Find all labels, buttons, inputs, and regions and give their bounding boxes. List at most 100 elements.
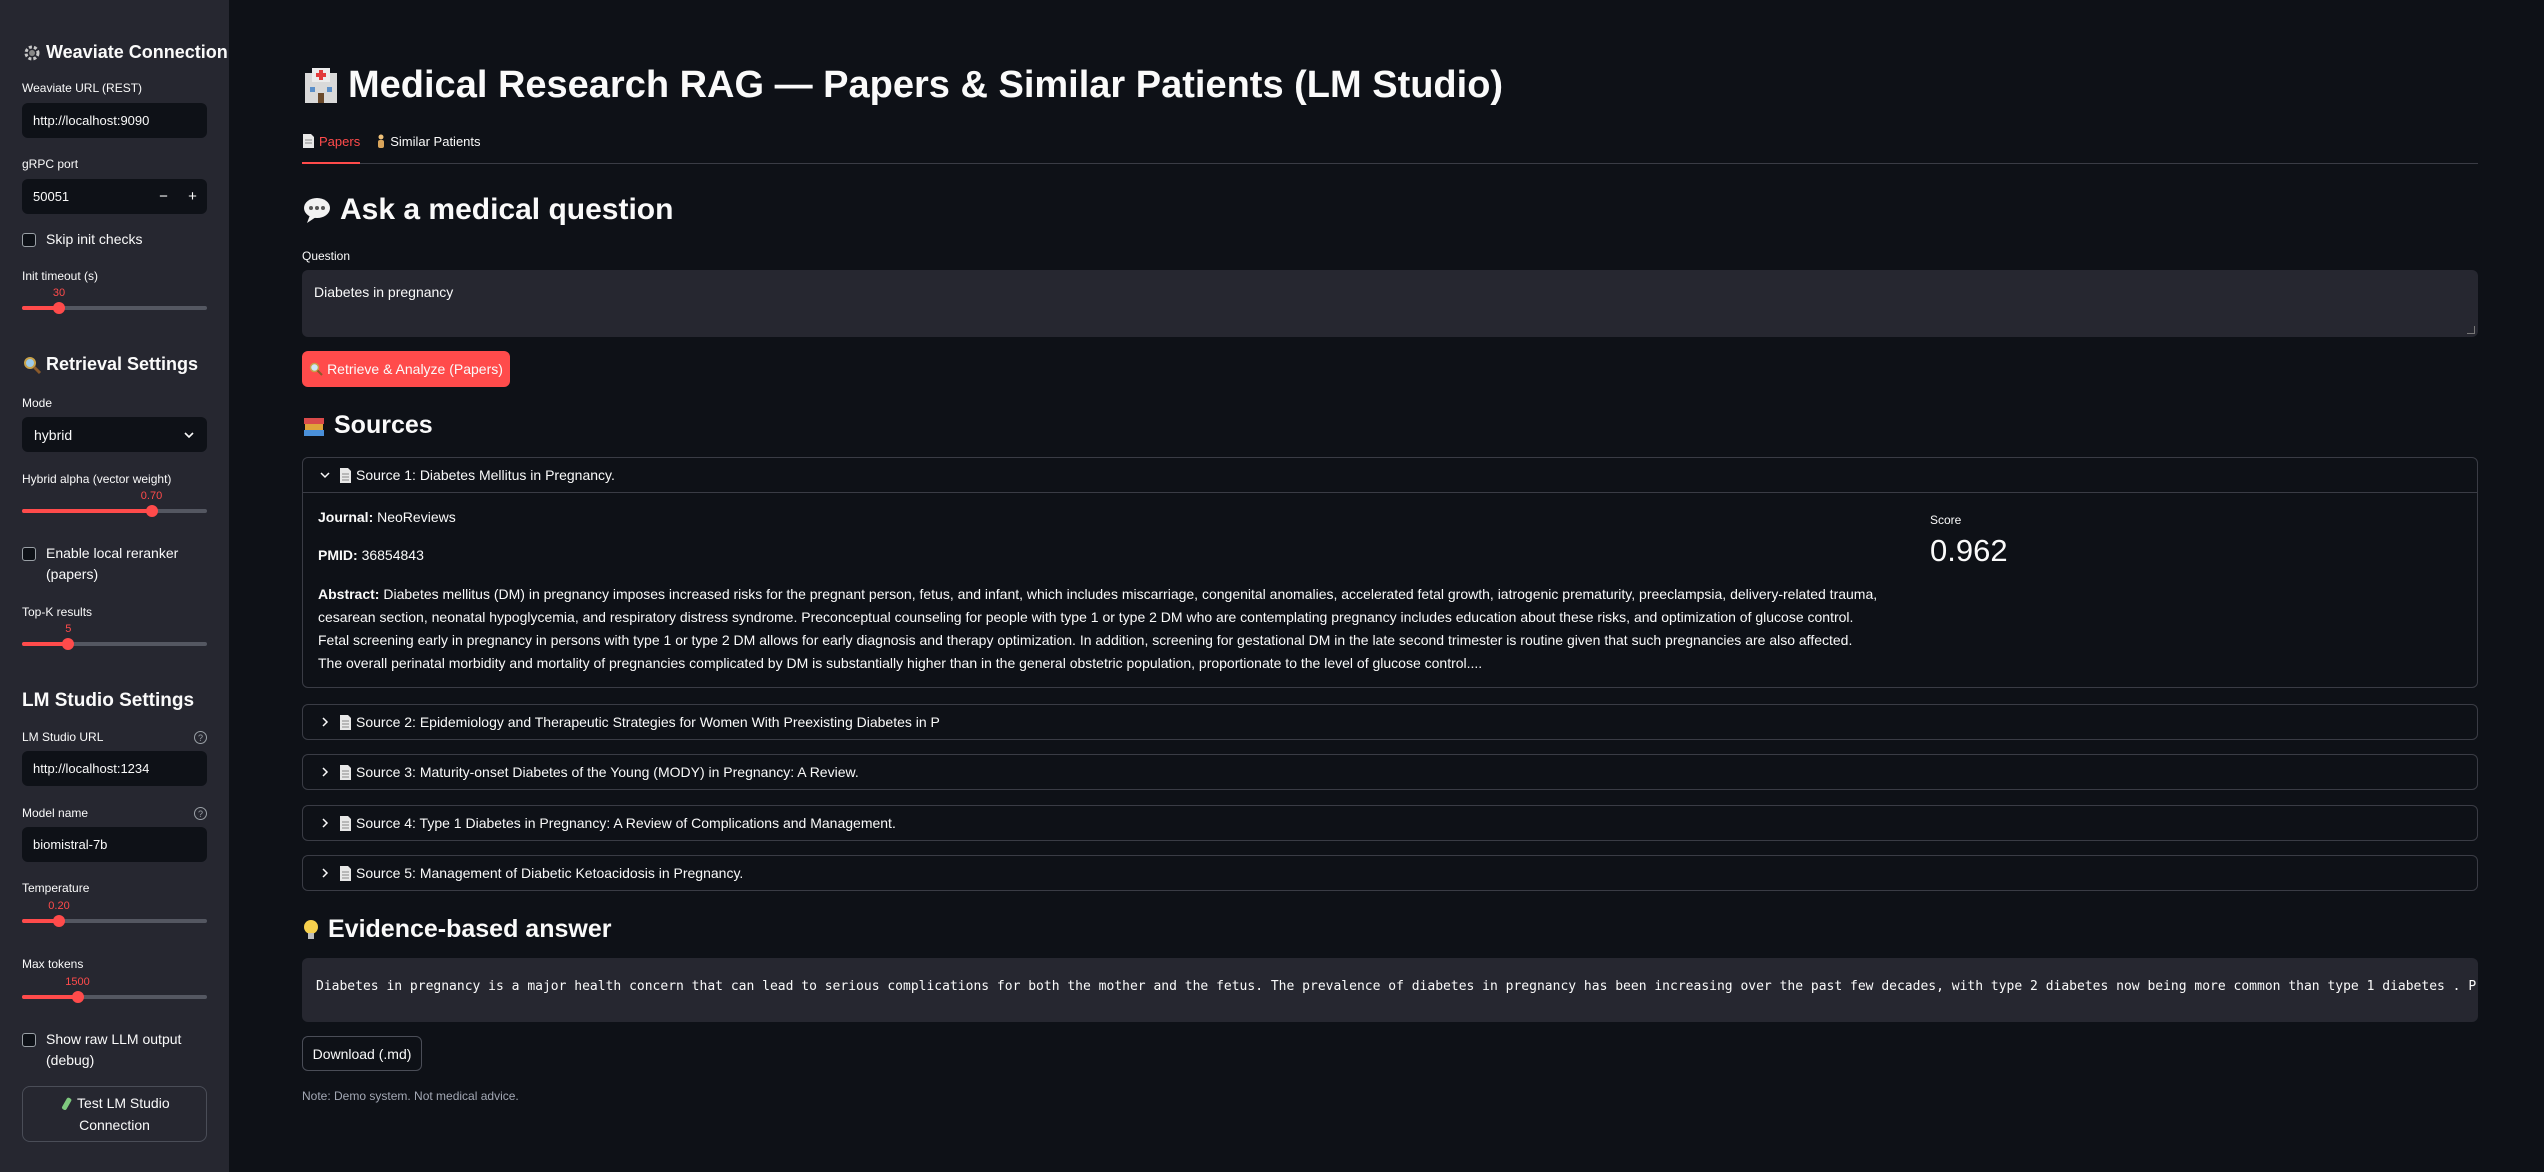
ask-heading: Ask a medical question — [302, 193, 673, 227]
chevron-down-icon — [319, 469, 331, 481]
checkbox-box[interactable] — [22, 233, 36, 247]
topk-value: 5 — [65, 623, 72, 635]
raw-output-checkbox[interactable]: Show raw LLM output (debug) — [22, 1029, 192, 1071]
journal-label: Journal: — [318, 509, 374, 525]
timeout-slider[interactable]: 30 — [22, 287, 207, 314]
slider-fill — [22, 509, 152, 513]
source-expander[interactable]: Source 4: Type 1 Diabetes in Pregnancy: … — [302, 805, 2478, 841]
source-expander-header[interactable]: Source 4: Type 1 Diabetes in Pregnancy: … — [303, 806, 2477, 840]
grpc-port-stepper[interactable]: 50051 − + — [22, 179, 207, 214]
reranker-checkbox[interactable]: Enable local reranker (papers) — [22, 543, 182, 585]
speech-bubble-icon — [302, 195, 332, 225]
checkbox-box[interactable] — [22, 1033, 36, 1047]
lightbulb-icon — [302, 918, 320, 942]
slider-thumb[interactable] — [53, 915, 65, 927]
page-icon — [339, 865, 352, 881]
resize-handle[interactable] — [2467, 326, 2475, 334]
weaviate-url-label: Weaviate URL (REST) — [22, 81, 143, 95]
timeout-label: Init timeout (s) — [22, 269, 99, 283]
slider-thumb[interactable] — [145, 505, 158, 517]
hospital-icon — [302, 67, 340, 105]
skip-init-label: Skip init checks — [46, 231, 143, 247]
magnifier-icon — [22, 355, 42, 375]
pmid-label: PMID: — [318, 547, 358, 563]
download-md-button[interactable]: Download (.md) — [302, 1036, 422, 1071]
page-icon — [339, 714, 352, 730]
test-connection-content: Test LM Studio Connection — [50, 1092, 180, 1136]
checkbox-box[interactable] — [22, 547, 36, 561]
mode-label: Mode — [22, 396, 53, 410]
page-title-text: Medical Research RAG — Papers & Similar … — [348, 64, 1504, 106]
temperature-value: 0.20 — [48, 900, 70, 912]
timeout-value: 30 — [52, 287, 66, 299]
source-expander-header[interactable]: Source 3: Maturity-onset Diabetes of the… — [303, 755, 2477, 789]
answer-heading-text: Evidence-based answer — [328, 915, 612, 943]
slider-thumb[interactable] — [62, 638, 75, 650]
question-textarea[interactable]: Diabetes in pregnancy — [302, 270, 2478, 337]
chevron-right-icon — [319, 766, 331, 778]
test-connection-label: Test LM Studio Connection — [77, 1095, 170, 1133]
max-tokens-label: Max tokens — [22, 957, 84, 971]
ask-heading-text: Ask a medical question — [340, 193, 674, 226]
slider-thumb[interactable] — [71, 991, 84, 1003]
source-title: Source 2: Epidemiology and Therapeutic S… — [356, 714, 940, 730]
model-name-input[interactable]: biomistral-7b — [22, 827, 207, 862]
slider-thumb[interactable] — [53, 302, 65, 314]
source-title: Source 5: Management of Diabetic Ketoaci… — [356, 865, 744, 881]
source-expander-header[interactable]: Source 1: Diabetes Mellitus in Pregnancy… — [303, 458, 2477, 492]
page-icon — [339, 764, 352, 780]
tab-bar: Papers Similar Patients — [302, 132, 2478, 164]
answer-code-block: Diabetes in pregnancy is a major health … — [302, 958, 2478, 1022]
increment-button[interactable]: + — [178, 179, 207, 214]
temperature-label: Temperature — [22, 881, 90, 895]
help-icon[interactable]: ? — [194, 731, 207, 744]
tab-similar-patients[interactable]: Similar Patients — [376, 132, 481, 164]
source-expander[interactable]: Source 2: Epidemiology and Therapeutic S… — [302, 704, 2478, 740]
source-title: Source 4: Type 1 Diabetes in Pregnancy: … — [356, 815, 896, 831]
disclaimer-note: Note: Demo system. Not medical advice. — [302, 1089, 519, 1103]
retrieval-heading-text: Retrieval Settings — [46, 354, 199, 374]
chevron-right-icon — [319, 867, 331, 879]
max-tokens-value: 1500 — [65, 976, 90, 988]
chevron-right-icon — [319, 817, 331, 829]
weaviate-heading-text: Weaviate Connection — [46, 42, 228, 62]
topk-slider[interactable]: 5 — [22, 623, 207, 650]
test-connection-button[interactable]: Test LM Studio Connection — [22, 1086, 207, 1142]
source-expander[interactable]: Source 5: Management of Diabetic Ketoaci… — [302, 855, 2478, 891]
mode-select[interactable]: hybrid — [22, 417, 207, 452]
alpha-label: Hybrid alpha (vector weight) — [22, 472, 172, 486]
chevron-right-icon — [319, 716, 331, 728]
help-icon[interactable]: ? — [194, 807, 207, 820]
alpha-slider[interactable]: 0.70 — [22, 490, 207, 517]
lmstudio-url-input[interactable]: http://localhost:1234 — [22, 751, 207, 786]
pmid-line: PMID: 36854843 — [318, 547, 424, 563]
temperature-slider[interactable]: 0.20 — [22, 900, 207, 927]
tab-similar-patients-label: Similar Patients — [390, 134, 481, 149]
source-expander: Source 1: Diabetes Mellitus in Pregnancy… — [302, 457, 2478, 688]
source-expander-header[interactable]: Source 2: Epidemiology and Therapeutic S… — [303, 705, 2477, 739]
answer-text: Diabetes in pregnancy is a major health … — [316, 979, 2478, 994]
source-body: Journal: NeoReviews PMID: 36854843 Abstr… — [303, 492, 2477, 687]
question-label: Question — [302, 249, 351, 263]
skip-init-checkbox[interactable]: Skip init checks — [22, 229, 142, 250]
source-title: Source 3: Maturity-onset Diabetes of the… — [356, 764, 859, 780]
max-tokens-slider[interactable]: 1500 — [22, 976, 207, 1003]
source-expander[interactable]: Source 3: Maturity-onset Diabetes of the… — [302, 754, 2478, 790]
tab-papers[interactable]: Papers — [302, 132, 361, 164]
journal-value: NeoReviews — [377, 509, 456, 525]
test-tube-icon — [59, 1097, 73, 1111]
score-label: Score — [1930, 513, 1962, 527]
retrieve-analyze-label: Retrieve & Analyze (Papers) — [327, 361, 503, 377]
grpc-port-label: gRPC port — [22, 157, 79, 171]
retrieve-analyze-button[interactable]: Retrieve & Analyze (Papers) — [302, 351, 510, 387]
page-title: Medical Research RAG — Papers & Similar … — [302, 64, 1503, 107]
source-expander-header[interactable]: Source 5: Management of Diabetic Ketoaci… — [303, 856, 2477, 890]
sidebar: Weaviate Connection Weaviate URL (REST) … — [0, 0, 229, 1172]
abstract-text: Abstract: Diabetes mellitus (DM) in preg… — [318, 583, 1878, 675]
weaviate-url-input[interactable]: http://localhost:9090 — [22, 103, 207, 138]
topk-label: Top-K results — [22, 605, 93, 619]
journal-line: Journal: NeoReviews — [318, 509, 456, 525]
decrement-button[interactable]: − — [149, 179, 178, 214]
sources-heading-text: Sources — [334, 411, 433, 439]
answer-heading: Evidence-based answer — [302, 915, 611, 944]
